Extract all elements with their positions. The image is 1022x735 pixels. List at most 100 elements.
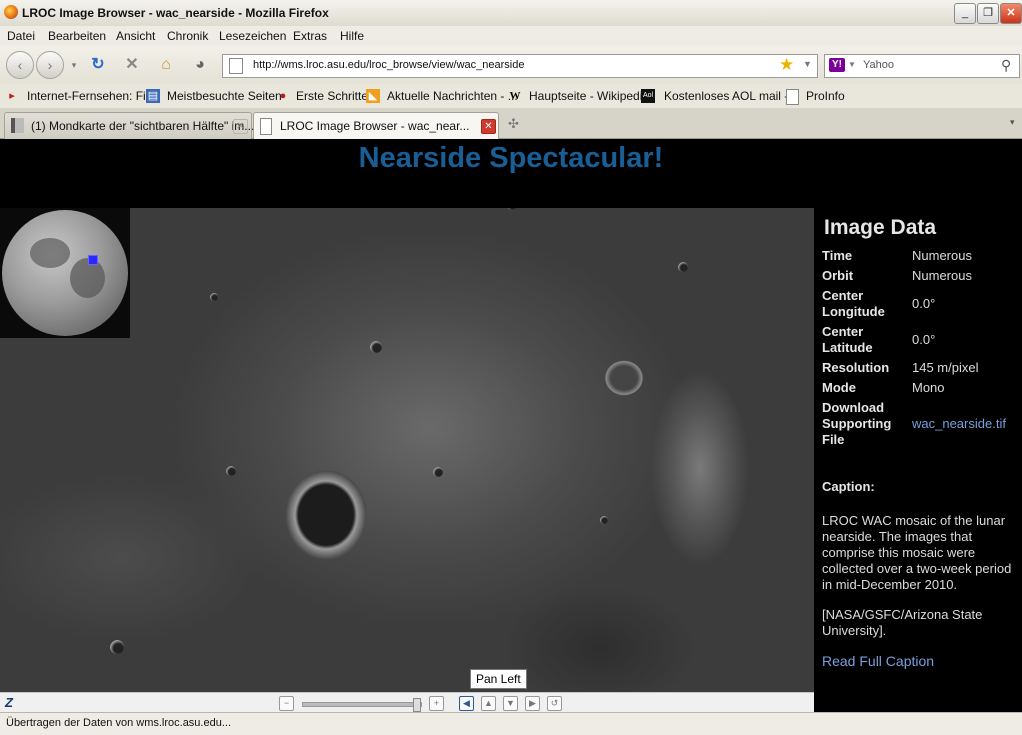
crater-mark [370, 341, 382, 353]
maximize-button[interactable]: ❐ [977, 3, 999, 24]
stop-icon[interactable]: ✕ [122, 55, 142, 75]
menu-ansicht[interactable]: Ansicht [116, 29, 155, 43]
page-icon [229, 58, 243, 74]
history-dropdown-icon[interactable]: ▾ [64, 55, 84, 75]
url-dropdown-icon[interactable]: ▼ [803, 59, 812, 69]
rss-icon: ◣ [366, 89, 380, 103]
bookmarks-toolbar: ▸ Internet-Fernsehen: Fil... ▤ Meistbesu… [0, 84, 1022, 108]
most-visited-icon: ▤ [146, 89, 160, 103]
window-titlebar: LROC Image Browser - wac_nearside - Mozi… [0, 0, 1022, 27]
value-center-longitude: 0.0° [912, 296, 936, 311]
label-time: Time [822, 248, 853, 263]
menu-chronik[interactable]: Chronik [167, 29, 208, 43]
crater-mark [210, 293, 218, 301]
menu-hilfe[interactable]: Hilfe [340, 29, 364, 43]
pan-down-button[interactable]: ▼ [503, 696, 518, 711]
label-orbit: Orbit [822, 268, 854, 283]
crater-mark [226, 466, 236, 476]
menu-extras[interactable]: Extras [293, 29, 327, 43]
home-icon[interactable]: ⌂ [156, 55, 176, 75]
search-icon[interactable]: ⚲ [1001, 57, 1011, 74]
bookmark-proinfo[interactable]: ProInfo [806, 89, 845, 103]
label-mode: Mode [822, 380, 856, 395]
bookmark-aktuelle-nachrichten[interactable]: Aktuelle Nachrichten - ... [387, 89, 518, 103]
close-window-button[interactable]: ✕ [1000, 3, 1022, 24]
view-location-marker[interactable] [88, 255, 98, 265]
zoom-out-button[interactable]: − [279, 696, 294, 711]
menu-bearbeiten[interactable]: Bearbeiten [48, 29, 106, 43]
crater-mark [507, 208, 517, 210]
page-content: Nearside Spectacular! Pan Left Z − + ◀ ▲… [0, 139, 1022, 713]
status-bar: Übertragen der Daten von wms.lroc.asu.ed… [0, 712, 1022, 735]
label-resolution: Resolution [822, 360, 890, 375]
bookmark-wikipedia[interactable]: Hauptseite - Wikipedia [529, 89, 649, 103]
tab-lroc-image-browser[interactable]: LROC Image Browser - wac_near... ✕ [253, 112, 499, 139]
menu-datei[interactable]: Datei [7, 29, 35, 43]
search-engine-icon[interactable]: Y! [829, 58, 845, 72]
page-bookmark-icon [786, 89, 799, 105]
read-full-caption-link[interactable]: Read Full Caption [822, 653, 1020, 669]
pan-right-button[interactable]: ▶ [525, 696, 540, 711]
search-engine-dropdown-icon[interactable]: ▼ [848, 60, 856, 69]
overview-minimap[interactable] [0, 208, 130, 338]
mare-shade [30, 238, 70, 268]
pan-up-button[interactable]: ▲ [481, 696, 496, 711]
value-center-latitude: 0.0° [912, 332, 936, 347]
crater-mark [678, 262, 688, 272]
reload-icon[interactable]: ↻ [88, 55, 108, 75]
label-download: Download Supporting File [822, 400, 892, 447]
bookmark-aol-mail[interactable]: Kostenloses AOL mail -... [664, 89, 798, 103]
tab-label: (1) Mondkarte der "sichtbaren Hälfte" im… [31, 119, 255, 133]
tv-icon: ▸ [9, 90, 15, 102]
firefox-logo-icon [4, 5, 18, 19]
forward-button[interactable]: › [36, 51, 64, 79]
bookmark-meistbesuchte-seiten[interactable]: Meistbesuchte Seiten [167, 89, 282, 103]
wikipedia-icon: W [509, 90, 521, 102]
zoom-slider[interactable] [302, 698, 422, 712]
bookmark-erste-schritte[interactable]: Erste Schritte [296, 89, 368, 103]
new-tab-button[interactable]: ✣ [508, 116, 519, 132]
panel-title: Image Data [824, 216, 937, 239]
moon-thumbnail [2, 210, 128, 336]
reset-view-button[interactable]: ↺ [547, 696, 562, 711]
zoomify-logo-icon: Z [5, 695, 13, 710]
search-box[interactable]: Y! ▼ Yahoo ⚲ [824, 54, 1020, 78]
crater-mark [433, 467, 443, 477]
zoom-slider-thumb[interactable] [413, 698, 421, 712]
download-link[interactable]: wac_nearside.tif [912, 416, 1006, 432]
tab-list-icon[interactable]: ▾ [1010, 117, 1015, 128]
image-data-panel: Image Data Time Numerous Orbit Numerous … [814, 208, 1022, 712]
status-text: Übertragen der Daten von wms.lroc.asu.ed… [6, 717, 232, 729]
tab-label: LROC Image Browser - wac_near... [280, 119, 470, 133]
tab-mondkarte[interactable]: (1) Mondkarte der "sichtbaren Hälfte" im… [4, 112, 255, 139]
firefox-bookmark-icon: ● [279, 90, 287, 102]
tab-close-icon[interactable]: ✕ [481, 119, 496, 134]
chat-icon[interactable]: ◕ [190, 55, 210, 75]
address-bar[interactable]: http://wms.lroc.asu.edu/lroc_browse/view… [222, 54, 818, 78]
tab-favicon-icon [11, 118, 24, 133]
label-center-latitude: Center Latitude [822, 324, 873, 355]
back-button[interactable]: ‹ [6, 51, 34, 79]
pan-left-tooltip: Pan Left [470, 669, 527, 689]
caption-credit: [NASA/GSFC/Arizona State University]. [822, 607, 983, 638]
tab-page-icon [260, 118, 272, 135]
tab-close-icon[interactable]: ✕ [233, 119, 248, 134]
page-heading: Nearside Spectacular! [358, 142, 664, 174]
url-text[interactable]: http://wms.lroc.asu.edu/lroc_browse/view… [253, 59, 524, 71]
tab-bar: (1) Mondkarte der "sichtbaren Hälfte" im… [0, 108, 1022, 139]
window-title: LROC Image Browser - wac_nearside - Mozi… [22, 6, 329, 20]
search-input[interactable]: Yahoo [863, 59, 894, 71]
menu-lesezeichen[interactable]: Lesezeichen [219, 29, 286, 43]
value-resolution: 145 m/pixel [912, 360, 979, 375]
value-orbit: Numerous [912, 268, 972, 283]
caption-text: LROC WAC mosaic of the lunar nearside. T… [822, 513, 1012, 592]
bookmark-internet-fernsehen[interactable]: Internet-Fernsehen: Fil... [27, 89, 158, 103]
value-time: Numerous [912, 248, 972, 263]
bookmark-star-icon[interactable]: ★ [779, 55, 794, 75]
zoom-in-button[interactable]: + [429, 696, 444, 711]
pan-left-button[interactable]: ◀ [459, 696, 474, 711]
minimize-button[interactable]: _ [954, 3, 976, 24]
value-mode: Mono [912, 380, 945, 395]
caption-body: LROC WAC mosaic of the lunar nearside. T… [822, 513, 1020, 669]
caption-label: Caption: [822, 479, 875, 494]
